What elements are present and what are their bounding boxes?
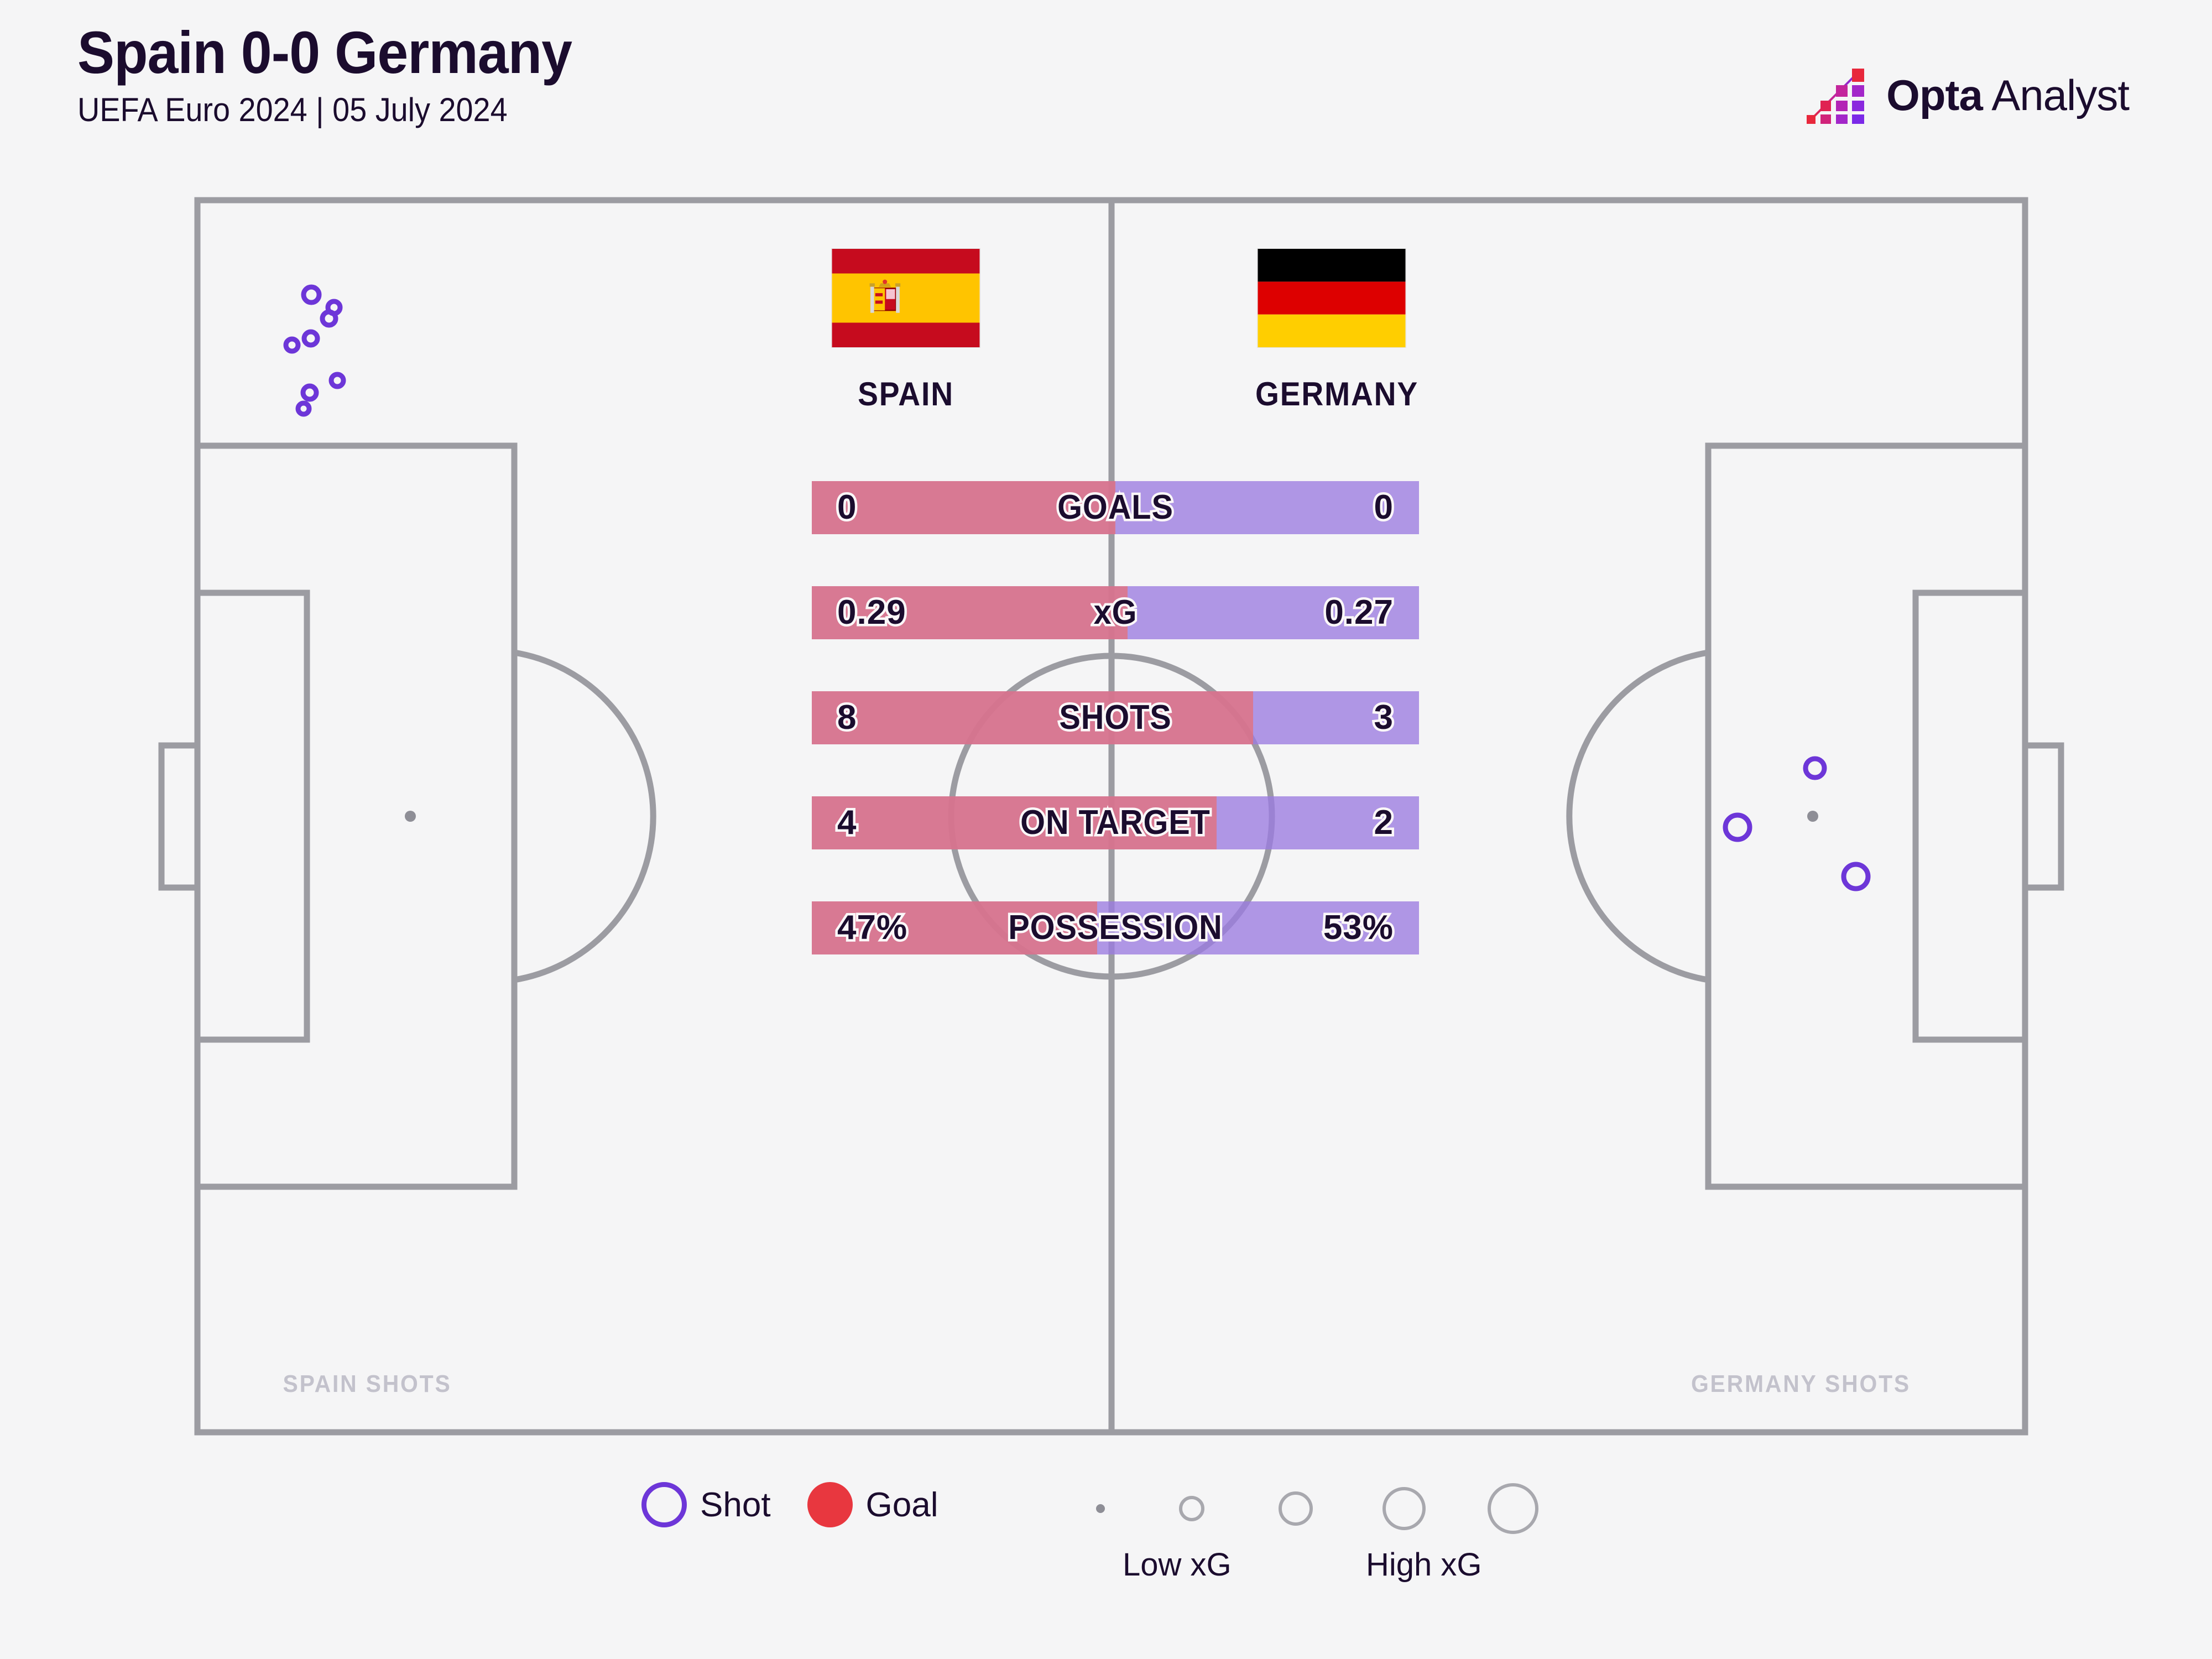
legend-goal: Goal [807,1482,938,1527]
stat-row: POSSESSION 47% 53% [812,901,1419,954]
xg-size-5-icon [1488,1483,1538,1534]
legend-shot-label: Shot [700,1485,771,1524]
shot-marker [301,329,320,348]
legend-shot: Shot [641,1482,771,1527]
home-team-header: SPAIN [823,249,989,413]
stat-bar-list: GOALS 0 0 xG 0.29 0.27 SHOTS 8 3 ON TARGET 4 2 POSSE… [812,481,1419,954]
stat-label: ON TARGET [1018,801,1212,844]
legend-goal-label: Goal [865,1485,938,1524]
shot-marker [328,372,346,389]
low-xg-label: Low xG [1123,1547,1232,1583]
away-stat-value: 53% [1321,906,1395,950]
stat-row: GOALS 0 0 [812,481,1419,534]
shot-marker [283,336,301,354]
xg-size-2-icon [1179,1496,1204,1521]
stat-row: ON TARGET 4 2 [812,796,1419,849]
stat-label: SHOTS [1057,696,1173,739]
shot-marker [300,383,319,402]
left-penalty-spot [405,811,416,822]
legend: Shot Goal Low xG High xG [0,1471,2212,1637]
away-stat-value: 0 [1371,486,1396,529]
shot-marker [1723,812,1752,842]
home-stat-value: 0 [834,486,859,529]
shot-marker [301,284,322,305]
goal-dot-icon [807,1482,853,1527]
team-headers: SPAIN GERMANY [812,249,1419,481]
shot-marker [1803,756,1827,780]
away-shots-watermark: GERMANY SHOTS [1691,1370,1911,1397]
shot-ring-icon [641,1482,687,1527]
shot-map-graphic: Spain 0-0 Germany UEFA Euro 2024 | 05 Ju… [0,0,2212,1659]
stat-row: SHOTS 8 3 [812,691,1419,744]
legend-marker-types: Shot Goal [641,1482,938,1527]
xg-size-circles [1084,1481,1582,1536]
home-team-name: SPAIN [858,375,954,413]
right-penalty-spot [1807,811,1818,822]
away-team-header: GERMANY [1249,249,1419,413]
home-stat-value: 4 [834,801,859,844]
home-stat-value: 47% [834,906,909,950]
away-stat-value: 3 [1371,696,1396,739]
spain-flag-icon [832,249,980,347]
stat-label: xG [1091,591,1139,634]
xg-size-4-icon [1383,1487,1426,1530]
away-team-name: GERMANY [1255,375,1419,413]
home-shots-watermark: SPAIN SHOTS [283,1370,452,1397]
home-stat-value: 0.29 [835,591,909,634]
high-xg-label: High xG [1366,1547,1482,1583]
legend-xg-size-scale: Low xG High xG [1084,1481,1582,1590]
xg-scale-labels: Low xG High xG [1084,1546,1582,1590]
stat-label: GOALS [1055,486,1175,529]
away-stat-value: 2 [1371,801,1396,844]
shot-marker [1841,862,1871,891]
shot-marker [320,309,338,328]
shot-marker [295,400,312,417]
stats-panel: SPAIN GERMANY GOALS 0 0 xG 0.29 0.27 SHOTS 8 3 ON… [812,249,1419,954]
stat-label: POSSESSION [1006,906,1224,950]
home-stat-value: 8 [834,696,859,739]
xg-size-1-icon [1096,1504,1105,1513]
germany-flag-icon [1258,249,1406,347]
stat-row: xG 0.29 0.27 [812,586,1419,639]
away-stat-value: 0.27 [1322,591,1396,634]
xg-size-3-icon [1279,1491,1313,1526]
